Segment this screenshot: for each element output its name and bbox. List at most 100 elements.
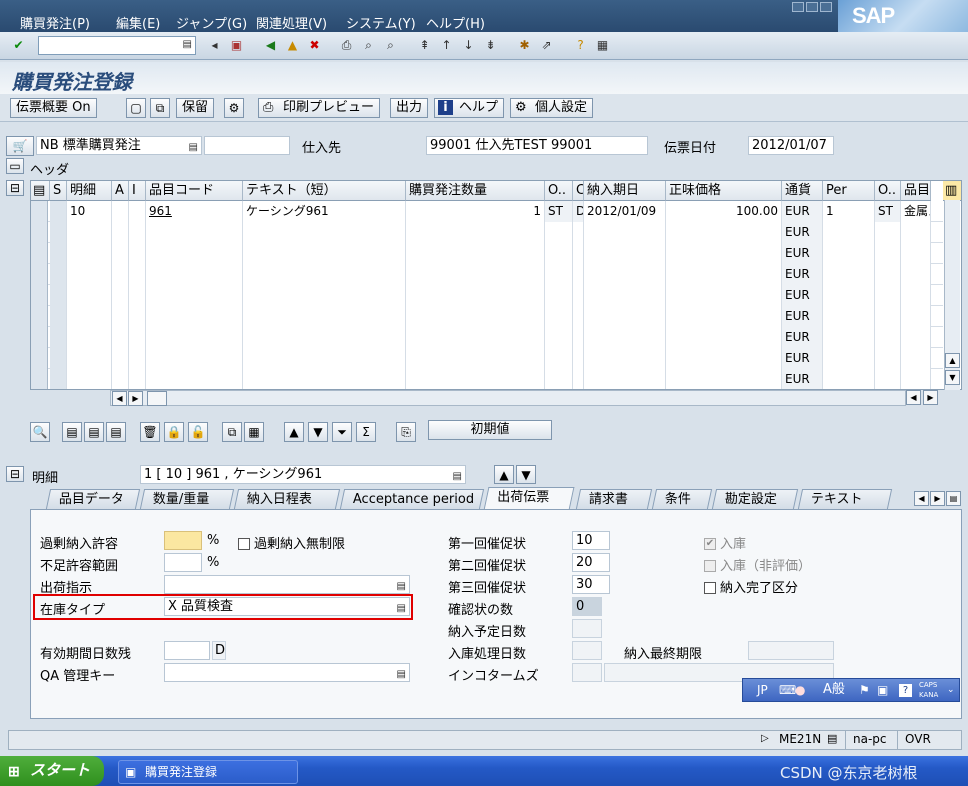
document-date-field[interactable]: 2012/01/07 [748, 136, 834, 155]
reminder-3-field[interactable]: 30 [572, 575, 610, 594]
cell-col-material[interactable] [146, 306, 243, 327]
shortcut-icon[interactable]: ⇗ [538, 37, 555, 54]
copy-icon[interactable]: ⧉ [222, 422, 242, 442]
ime-input-mode[interactable]: A般 [823, 679, 845, 701]
row-selector[interactable] [31, 285, 48, 306]
grid-tool-1-icon[interactable]: ▤ [62, 422, 82, 442]
tab-list-icon[interactable]: ▤ [946, 491, 961, 506]
cell-col-order-unit[interactable] [875, 327, 901, 348]
cell-col-material-group[interactable] [901, 264, 931, 285]
overdelivery-tolerance-field[interactable] [164, 531, 202, 550]
ime-language[interactable]: JP [757, 679, 768, 701]
cell-col-item[interactable] [67, 348, 112, 369]
layout-icon[interactable]: ▦ [594, 37, 611, 54]
tab-delivery-schedule[interactable]: 納入日程表 [233, 489, 341, 509]
shipping-instruction-field[interactable]: ▤ [164, 575, 410, 594]
menu-goto[interactable]: ジャンプ(G) [176, 13, 247, 32]
cell-col-c[interactable] [573, 327, 584, 348]
scroll-right-icon[interactable]: ▶ [128, 391, 143, 406]
cell-col-order-unit[interactable] [875, 222, 901, 243]
ime-language-bar[interactable]: JP ⌨ ● A般 ⚑ ▣ ? CAPS KANA ⌄ [742, 678, 960, 702]
cell-col-material-group[interactable] [901, 243, 931, 264]
ime-options-icon[interactable]: ⌄ [947, 679, 955, 701]
other-document-icon[interactable]: ⧉ [150, 98, 170, 118]
cell-col-item[interactable] [67, 264, 112, 285]
cell-col-item[interactable] [67, 369, 112, 389]
cell-col-item[interactable] [67, 222, 112, 243]
column-config-icon[interactable]: ▥ [943, 181, 961, 201]
row-selector[interactable] [31, 306, 48, 327]
cell-col-material-group[interactable] [901, 348, 931, 369]
minimize-icon[interactable] [792, 2, 804, 12]
cell-col-category[interactable] [129, 222, 146, 243]
menu-system[interactable]: システム(Y) [346, 13, 416, 32]
cell-col-per[interactable] [823, 222, 875, 243]
cell-col-currency[interactable]: EUR [782, 201, 823, 222]
cell-col-short-text[interactable]: ケーシング961 [243, 201, 406, 222]
sort-ascending-icon[interactable]: ▲ [284, 422, 304, 442]
sort-descending-icon[interactable]: ▼ [308, 422, 328, 442]
help-icon[interactable]: ? [572, 37, 589, 54]
cell-col-unit[interactable] [545, 348, 573, 369]
header-col-material[interactable]: 品目コード [146, 181, 243, 201]
cell-col-per[interactable] [823, 348, 875, 369]
cell-col-quantity[interactable] [406, 243, 545, 264]
row-selector[interactable] [31, 243, 48, 264]
back-icon[interactable]: ◀ [262, 37, 279, 54]
cell-col-delivery-date[interactable]: 2012/01/09 [584, 201, 666, 222]
cell-col-net-price[interactable]: 100.00 [666, 201, 782, 222]
cell-col-quantity[interactable] [406, 264, 545, 285]
header-col-material-group[interactable]: 品目... [901, 181, 931, 201]
delivery-complete-box[interactable] [704, 581, 716, 594]
last-page-icon[interactable]: ⇟ [482, 37, 499, 54]
cell-col-c[interactable] [573, 348, 584, 369]
command-field[interactable]: ▤ [38, 36, 196, 55]
delete-icon[interactable]: 🗑 [140, 422, 160, 442]
cell-col-material-group[interactable] [901, 369, 931, 389]
first-page-icon[interactable]: ⇞ [416, 37, 433, 54]
cell-col-order-unit[interactable]: ST [875, 201, 901, 222]
cell-col-unit[interactable] [545, 369, 573, 389]
save-icon[interactable]: ▣ [228, 37, 245, 54]
cell-col-net-price[interactable] [666, 243, 782, 264]
ime-pad-icon[interactable]: ⚑ [859, 679, 870, 701]
cell-col-material[interactable]: 961 [146, 201, 243, 222]
cell-col-acct[interactable] [112, 243, 129, 264]
header-col-quantity[interactable]: 購買発注数量 [406, 181, 545, 201]
cell-col-quantity[interactable] [406, 285, 545, 306]
cell-col-status[interactable] [50, 201, 67, 222]
document-type-field[interactable]: NB 標準購買発注 ▤ [36, 136, 202, 155]
header-col-currency[interactable]: 通貨 [782, 181, 823, 201]
cell-col-c[interactable] [573, 222, 584, 243]
help-button[interactable]: i ヘルプ [434, 98, 505, 118]
cell-col-order-unit[interactable] [875, 369, 901, 389]
cell-col-category[interactable] [129, 306, 146, 327]
unlock-icon[interactable]: 🔓 [188, 422, 208, 442]
find-icon[interactable]: ⌕ [360, 37, 377, 54]
cell-col-material[interactable] [146, 369, 243, 389]
cell-col-delivery-date[interactable] [584, 222, 666, 243]
qa-control-key-field[interactable]: ▤ [164, 663, 410, 682]
cell-col-short-text[interactable] [243, 264, 406, 285]
new-document-icon[interactable]: ▢ [126, 98, 146, 118]
filter-icon[interactable]: ⏷ [332, 422, 352, 442]
cell-col-short-text[interactable] [243, 369, 406, 389]
header-col-category[interactable]: I [129, 181, 146, 201]
maximize-icon[interactable] [806, 2, 818, 12]
underdelivery-tolerance-field[interactable] [164, 553, 202, 572]
ime-app-icon[interactable]: ● [795, 679, 805, 701]
cell-col-quantity[interactable] [406, 327, 545, 348]
cell-col-material[interactable] [146, 243, 243, 264]
cell-col-acct[interactable] [112, 348, 129, 369]
document-overview-button[interactable]: 伝票概要 On [10, 98, 97, 118]
header-col-item[interactable]: 明細 [67, 181, 112, 201]
cell-col-delivery-date[interactable] [584, 369, 666, 389]
cell-col-unit[interactable] [545, 327, 573, 348]
cell-col-short-text[interactable] [243, 222, 406, 243]
cell-col-net-price[interactable] [666, 369, 782, 389]
select-icon[interactable]: ▦ [244, 422, 264, 442]
cell-col-unit[interactable] [545, 285, 573, 306]
cell-col-unit[interactable] [545, 243, 573, 264]
vendor-field[interactable]: 99001 仕入先TEST 99001 [426, 136, 648, 155]
collapse-items-icon[interactable]: ⊟ [6, 180, 24, 196]
